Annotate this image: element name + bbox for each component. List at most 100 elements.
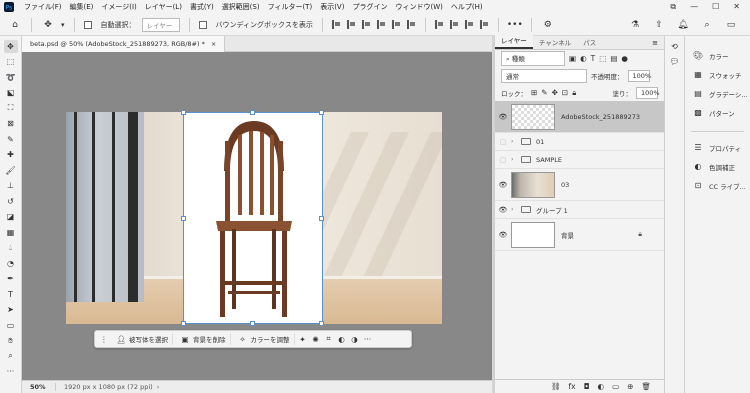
delete-layer-icon[interactable]: 🗑︎ xyxy=(641,382,651,391)
maximize-icon[interactable]: ☐ xyxy=(712,2,719,12)
transform-handle[interactable] xyxy=(250,321,255,326)
menu-layer[interactable]: レイヤー(L) xyxy=(141,2,186,12)
minimize-icon[interactable]: — xyxy=(690,2,698,12)
layer-style-icon[interactable]: fx xyxy=(569,382,576,391)
close-tab-icon[interactable]: × xyxy=(211,40,216,48)
notification-bell-icon[interactable]: 🔔︎ xyxy=(676,18,690,32)
filter-kind-dropdown[interactable]: ⌕ 種類 xyxy=(501,51,565,66)
adjust-color-button[interactable]: ✧ カラーを調整 xyxy=(234,333,295,345)
transform-handle[interactable] xyxy=(181,321,186,326)
hand-tool-icon[interactable]: ✋︎ xyxy=(4,335,18,348)
filter-pixel-icon[interactable]: ▣ xyxy=(569,54,576,63)
more-options-icon[interactable]: ••• xyxy=(507,18,523,32)
align-middle-icon[interactable] xyxy=(391,20,401,29)
eyedropper-tool-icon[interactable]: ✎ xyxy=(4,133,18,146)
path-select-tool-icon[interactable]: ➤ xyxy=(4,304,18,317)
layer-row[interactable]: 👁︎ AdobeStock_251889273 xyxy=(495,101,664,133)
distribute-2-icon[interactable] xyxy=(449,20,459,29)
crop-tool-icon[interactable]: ⛶ xyxy=(4,102,18,115)
menu-view[interactable]: 表示(V) xyxy=(316,2,348,12)
marquee-tool-icon[interactable]: ⬚ xyxy=(4,56,18,69)
layer-row[interactable]: ▢ › SAMPLE xyxy=(495,151,664,169)
transform-handle[interactable] xyxy=(319,216,324,221)
link-layers-icon[interactable]: ⛓ xyxy=(551,382,561,391)
transform-handle[interactable] xyxy=(319,110,324,115)
lock-artboard-icon[interactable]: ⊡ xyxy=(562,88,568,97)
tab-channels[interactable]: チャンネル xyxy=(533,35,577,49)
panel-cc-libraries[interactable]: ⊡ CC ライブ... xyxy=(685,176,750,195)
canvas-area[interactable]: ⋮ 👤︎ 被写体を選択 ▣ 背景を削除 ✧ カラーを調整 ✦ ✺ ⌗ ◐ ◑ ·… xyxy=(22,52,492,380)
move-tool-icon[interactable]: ✥ xyxy=(3,40,18,53)
adjustment-layer-icon[interactable]: ◐ xyxy=(598,382,605,391)
eye-icon[interactable]: 👁︎ xyxy=(495,206,511,214)
eye-icon[interactable]: 👁︎ xyxy=(495,231,511,239)
type-tool-icon[interactable]: T xyxy=(4,288,18,301)
more-options-icon[interactable]: ··· xyxy=(363,334,373,344)
visibility-off-box[interactable]: ▢ xyxy=(495,156,511,164)
filter-toggle-icon[interactable]: ● xyxy=(621,54,628,63)
healing-brush-tool-icon[interactable]: ✚ xyxy=(4,149,18,162)
restore-icon[interactable]: ⧉ xyxy=(670,2,676,12)
panel-swatches[interactable]: ▦ スウォッチ xyxy=(685,65,750,84)
drag-grip-icon[interactable]: ⋮ xyxy=(99,334,109,344)
eye-icon[interactable]: 👁︎ xyxy=(495,113,511,121)
eraser-tool-icon[interactable]: ◪ xyxy=(4,211,18,224)
share-icon[interactable]: ⇧ xyxy=(652,18,666,32)
align-right-icon[interactable] xyxy=(361,20,371,29)
transform-handle[interactable] xyxy=(181,110,186,115)
panel-adjustments[interactable]: ◐ 色調補正 xyxy=(685,157,750,176)
panel-properties[interactable]: ☰ プロパティ xyxy=(685,138,750,157)
dodge-tool-icon[interactable]: ◔ xyxy=(4,257,18,270)
layer-row[interactable]: ▢ › 01 xyxy=(495,133,664,151)
add-mask-icon[interactable]: ◘ xyxy=(584,382,590,391)
distribute-1-icon[interactable] xyxy=(434,20,444,29)
distribute-3-icon[interactable] xyxy=(464,20,474,29)
pen-tool-icon[interactable]: ✒ xyxy=(4,273,18,286)
panel-patterns[interactable]: ▩ パターン xyxy=(685,103,750,122)
menu-filter[interactable]: フィルター(T) xyxy=(264,2,317,12)
visibility-off-box[interactable]: ▢ xyxy=(495,138,511,146)
panel-menu-icon[interactable]: ≡ xyxy=(646,37,664,49)
adjustment-icon[interactable]: ◑ xyxy=(350,334,360,344)
tab-paths[interactable]: パス xyxy=(577,35,602,49)
brush-tool-icon[interactable]: 🖌︎ xyxy=(4,164,18,177)
move-tool-icon[interactable]: ✥ xyxy=(41,18,55,32)
transform-handle[interactable] xyxy=(319,321,324,326)
frame-tool-icon[interactable]: ⊠ xyxy=(4,118,18,131)
chevron-right-icon[interactable]: › xyxy=(157,383,160,391)
lock-transparent-icon[interactable]: ⊞ xyxy=(531,88,537,97)
menu-edit[interactable]: 編集(E) xyxy=(66,2,98,12)
settings-gear-icon[interactable]: ⚙ xyxy=(541,18,555,32)
lock-all-icon[interactable]: 🔒︎ xyxy=(572,88,576,98)
menu-select[interactable]: 選択範囲(S) xyxy=(218,2,264,12)
transform-handle[interactable] xyxy=(181,216,186,221)
select-subject-button[interactable]: 👤︎ 被写体を選択 xyxy=(112,333,173,345)
gradient-tool-icon[interactable]: ▦ xyxy=(4,226,18,239)
rectangle-tool-icon[interactable]: ▭ xyxy=(4,319,18,332)
auto-select-checkbox[interactable] xyxy=(83,20,92,29)
dropdown-caret-icon[interactable]: ▾ xyxy=(61,21,65,29)
distribute-4-icon[interactable] xyxy=(479,20,489,29)
lock-position-icon[interactable]: ✥ xyxy=(552,88,558,97)
workspace-icon[interactable]: ▭ xyxy=(724,18,738,32)
document-tab[interactable]: beta.psd @ 50% (AdobeStock_251889273, RG… xyxy=(22,36,226,52)
comments-icon[interactable]: 💬︎ xyxy=(669,57,679,66)
fill-field[interactable]: 100% xyxy=(636,86,660,99)
filter-shape-icon[interactable]: ⬚ xyxy=(599,54,606,63)
generative-icon[interactable]: ✦ xyxy=(298,334,308,344)
panel-gradients[interactable]: ▤ グラデーシ... xyxy=(685,84,750,103)
menu-plugins[interactable]: プラグイン xyxy=(348,2,391,12)
filter-adjustment-icon[interactable]: ◐ xyxy=(580,54,587,63)
layer-row[interactable]: 👁︎ 03 xyxy=(495,169,664,201)
layer-row[interactable]: 👁︎ › グループ 1 xyxy=(495,201,664,219)
align-top-icon[interactable] xyxy=(376,20,386,29)
search-icon[interactable]: ⌕ xyxy=(700,18,714,32)
home-icon[interactable]: ⌂ xyxy=(8,18,22,32)
zoom-level[interactable]: 50% xyxy=(22,383,56,391)
new-layer-icon[interactable]: ⊕ xyxy=(627,382,633,391)
opacity-field[interactable]: 100% xyxy=(627,69,651,82)
bounding-box-checkbox[interactable] xyxy=(198,20,207,29)
filter-smart-object-icon[interactable]: ▤ xyxy=(610,54,617,63)
align-left-icon[interactable] xyxy=(331,20,341,29)
menu-image[interactable]: イメージ(I) xyxy=(97,2,140,12)
